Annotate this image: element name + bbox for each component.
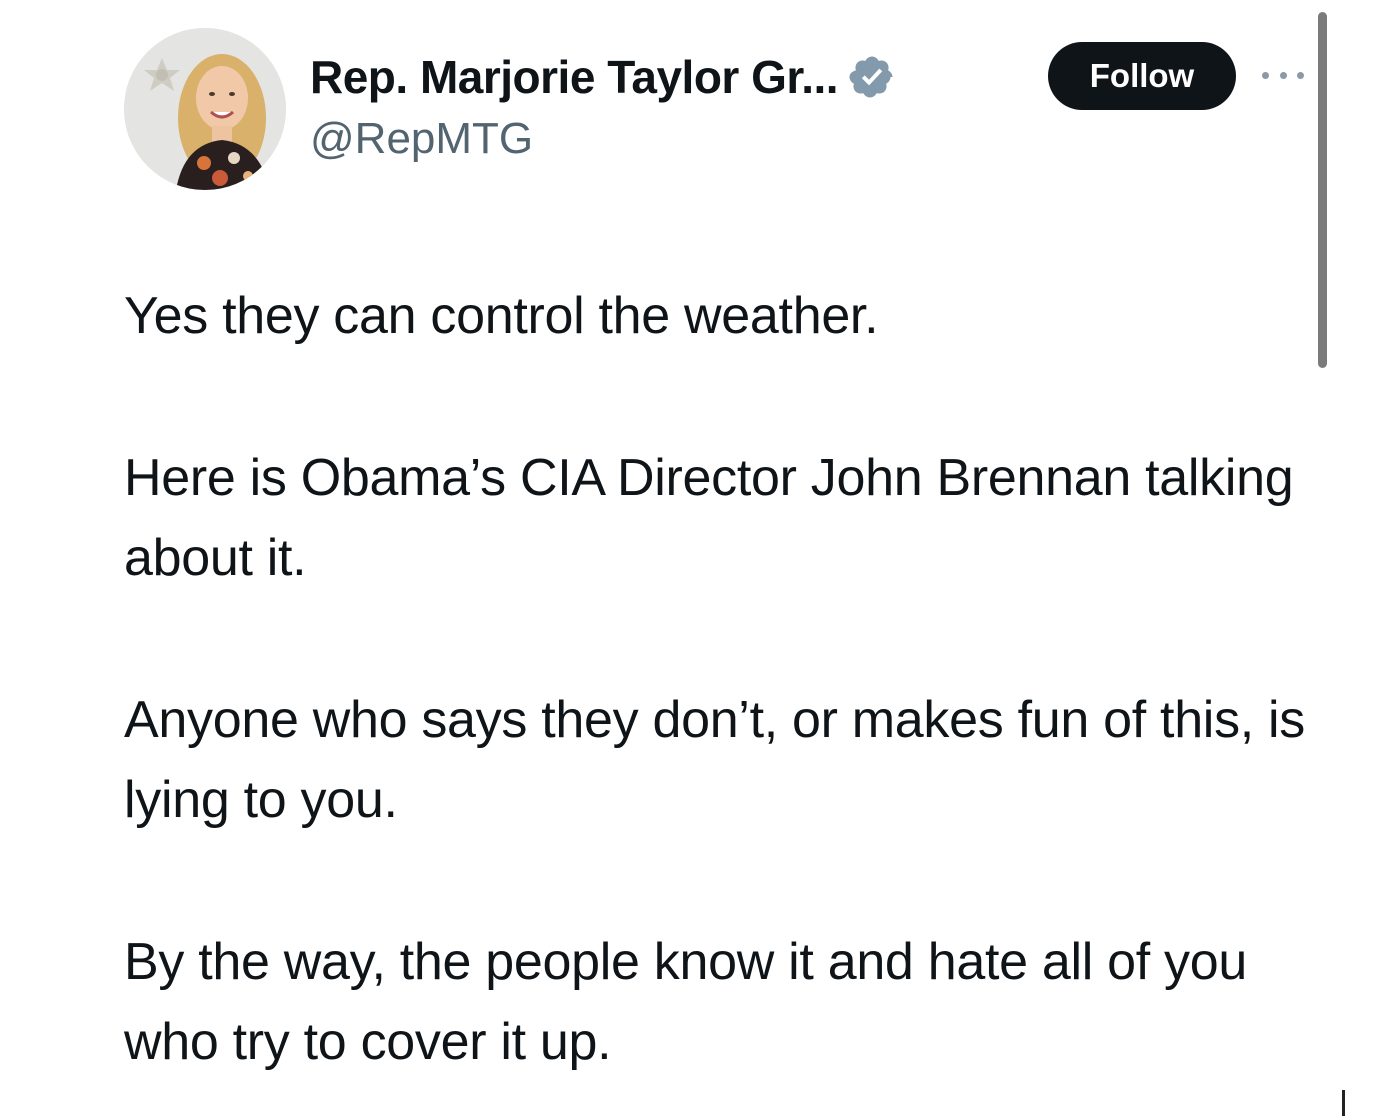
dot <box>1279 71 1287 79</box>
follow-button[interactable]: Follow <box>1048 42 1236 110</box>
dot <box>1297 71 1304 79</box>
tweet-view: Rep. Marjorie Taylor Gr... @RepMTG Follo… <box>0 0 1400 1118</box>
more-options-icon[interactable] <box>1262 64 1304 86</box>
tweet-paragraph: Yes they can control the weather. <box>124 287 879 345</box>
dot <box>1262 71 1269 79</box>
avatar[interactable] <box>124 28 286 190</box>
author-name-row[interactable]: Rep. Marjorie Taylor Gr... <box>310 46 896 108</box>
text-cursor <box>1342 1090 1345 1116</box>
author-handle[interactable]: @RepMTG <box>310 114 533 164</box>
scrollbar[interactable] <box>1318 12 1327 368</box>
tweet-paragraph: By the way, the people know it and hate … <box>124 933 1247 1071</box>
tweet-paragraph: Here is Obama’s CIA Director John Brenna… <box>124 449 1294 587</box>
avatar-image <box>124 28 286 190</box>
author-display-name[interactable]: Rep. Marjorie Taylor Gr... <box>310 50 839 104</box>
tweet-text: Yes they can control the weather. Here i… <box>124 276 1314 1118</box>
verified-badge-icon <box>848 53 896 101</box>
tweet-paragraph: Anyone who says they don’t, or makes fun… <box>124 691 1306 829</box>
